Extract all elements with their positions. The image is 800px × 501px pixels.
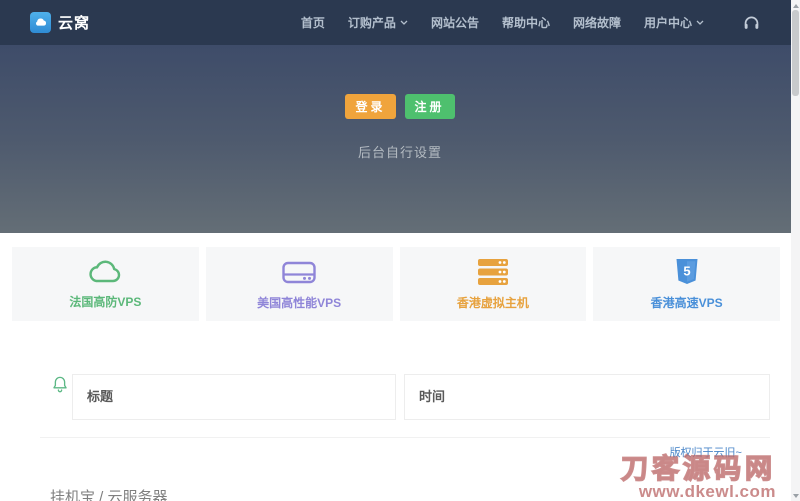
nav-item-label: 帮助中心 [502,14,550,31]
logo[interactable]: 云窝 [30,12,90,33]
product-card-hk-hosting[interactable]: 香港虚拟主机 [400,247,587,321]
product-card-france-vps[interactable]: 法国高防VPS [12,247,199,321]
scrollbar-up-arrow[interactable] [791,1,800,10]
logo-text: 云窝 [58,12,90,33]
nav-item-label: 首页 [301,14,325,31]
section-divider [40,437,770,438]
watermark: 刀客源码网 www.dkewl.com [621,455,776,501]
watermark-url: www.dkewl.com [621,483,776,501]
product-strip: 法国高防VPS 美国高性能VPS 香港虚拟主机 [12,247,780,321]
product-card-us-vps[interactable]: 美国高性能VPS [206,247,393,321]
product-card-hk-vps[interactable]: 5 香港高速VPS [593,247,780,321]
nav-item-network-status[interactable]: 网络故障 [573,14,621,31]
nav-item-label: 用户中心 [644,14,692,31]
hero-caption: 后台自行设置 [0,142,800,161]
nav-item-label: 网络故障 [573,14,621,31]
product-label: 香港高速VPS [651,294,723,311]
login-button[interactable]: 登录 [345,94,395,119]
nav-menu: 首页 订购产品 网站公告 帮助中心 网络故障 用户中心 [301,14,760,31]
nav-item-announcements[interactable]: 网站公告 [431,14,479,31]
nav-item-user-center[interactable]: 用户中心 [644,14,704,31]
section-heading-products: 挂机宝 / 云服务器 [50,486,168,501]
product-label: 法国高防VPS [69,293,141,310]
column-header-title[interactable]: 标题 [72,374,396,420]
cloud-icon [86,259,124,285]
vertical-scrollbar[interactable] [791,0,800,501]
page: 云窝 首页 订购产品 网站公告 帮助中心 网络故障 用户中心 [0,0,800,501]
scrollbar-thumb[interactable] [792,10,799,96]
nav-item-help[interactable]: 帮助中心 [502,14,550,31]
html5-shield-icon: 5 [675,258,699,286]
chevron-down-icon [696,20,704,25]
chevron-down-icon [400,20,408,25]
register-button[interactable]: 注册 [405,94,455,119]
product-label: 香港虚拟主机 [457,294,529,311]
nav-item-home[interactable]: 首页 [301,14,325,31]
bell-icon [52,375,68,399]
scrollbar-down-arrow[interactable] [791,491,800,500]
server-stack-icon [476,258,510,286]
svg-text:5: 5 [683,263,690,278]
column-header-time[interactable]: 时间 [404,374,770,420]
nav-item-label: 网站公告 [431,14,479,31]
nav-item-label: 订购产品 [348,14,396,31]
announcement-table: 标题 时间 [72,374,770,420]
hdd-icon [281,258,317,286]
product-label: 美国高性能VPS [257,294,341,311]
copyright-text: 版权归于云旧~ [670,444,742,460]
hero-banner: 登录 注册 后台自行设置 [0,45,800,233]
navbar: 云窝 首页 订购产品 网站公告 帮助中心 网络故障 用户中心 [0,0,800,45]
headset-icon[interactable] [743,14,760,31]
cloud-logo-icon [30,12,51,33]
nav-item-products[interactable]: 订购产品 [348,14,408,31]
